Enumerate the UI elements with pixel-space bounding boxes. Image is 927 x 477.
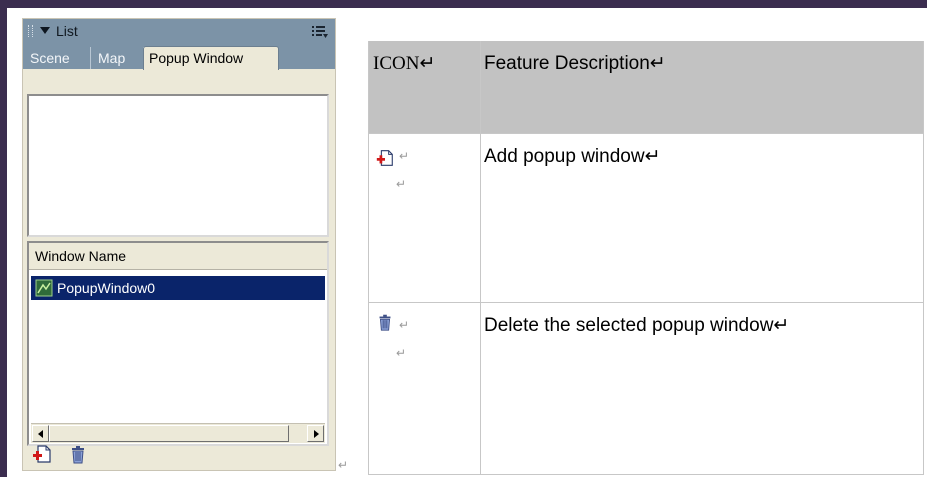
row-divider bbox=[369, 302, 923, 303]
paragraph-mark: ↵ bbox=[396, 346, 407, 360]
paragraph-mark: ↵ bbox=[399, 318, 410, 332]
header-description-col: Feature Description↵ bbox=[484, 53, 666, 74]
add-popup-window-button[interactable] bbox=[31, 443, 53, 465]
add-window-icon bbox=[376, 150, 393, 166]
scroll-right-button[interactable] bbox=[307, 425, 324, 442]
tab-popup-window[interactable]: Popup Window bbox=[143, 46, 279, 70]
window-frame-top bbox=[0, 0, 927, 8]
drag-grip-icon[interactable] bbox=[28, 25, 33, 37]
paragraph-mark: ↵ bbox=[338, 458, 349, 472]
trash-icon bbox=[379, 314, 391, 331]
list-column-header[interactable]: Window Name bbox=[29, 243, 327, 270]
popup-preview-area bbox=[27, 94, 329, 237]
window-frame-left bbox=[0, 0, 7, 477]
row-divider bbox=[369, 133, 923, 134]
arrow-left-icon bbox=[38, 430, 43, 438]
paragraph-mark: ↵ bbox=[396, 177, 407, 191]
column-divider bbox=[480, 41, 481, 474]
horizontal-scrollbar[interactable] bbox=[31, 423, 325, 443]
panel-title: List bbox=[56, 23, 78, 39]
window-item-icon bbox=[35, 279, 53, 297]
tab-map[interactable]: Map bbox=[93, 47, 144, 69]
paragraph-mark: ↵ bbox=[399, 149, 410, 163]
feature-table: ICON↵ Feature Description↵ ↵ ↵ Add popup… bbox=[368, 41, 924, 475]
tab-bar: Scene Map Popup Window bbox=[23, 43, 335, 70]
description-delete-popup: Delete the selected popup window↵ bbox=[484, 315, 790, 336]
collapse-triangle-icon[interactable] bbox=[40, 27, 50, 34]
panel-header: List bbox=[23, 19, 335, 43]
header-icon-col: ICON↵ bbox=[373, 53, 436, 74]
window-list: Window Name PopupWindow0 bbox=[27, 241, 329, 446]
list-panel: List Scene Map Popup Window Window Name … bbox=[22, 18, 336, 471]
list-item[interactable]: PopupWindow0 bbox=[31, 276, 325, 300]
description-add-popup: Add popup window↵ bbox=[484, 146, 661, 167]
panel-menu-icon[interactable] bbox=[312, 25, 328, 39]
tab-scene[interactable]: Scene bbox=[25, 47, 91, 69]
delete-popup-window-button[interactable] bbox=[67, 443, 89, 465]
scroll-left-button[interactable] bbox=[32, 425, 49, 442]
arrow-right-icon bbox=[314, 430, 319, 438]
list-item-label: PopupWindow0 bbox=[57, 280, 156, 296]
scroll-thumb[interactable] bbox=[49, 425, 289, 442]
